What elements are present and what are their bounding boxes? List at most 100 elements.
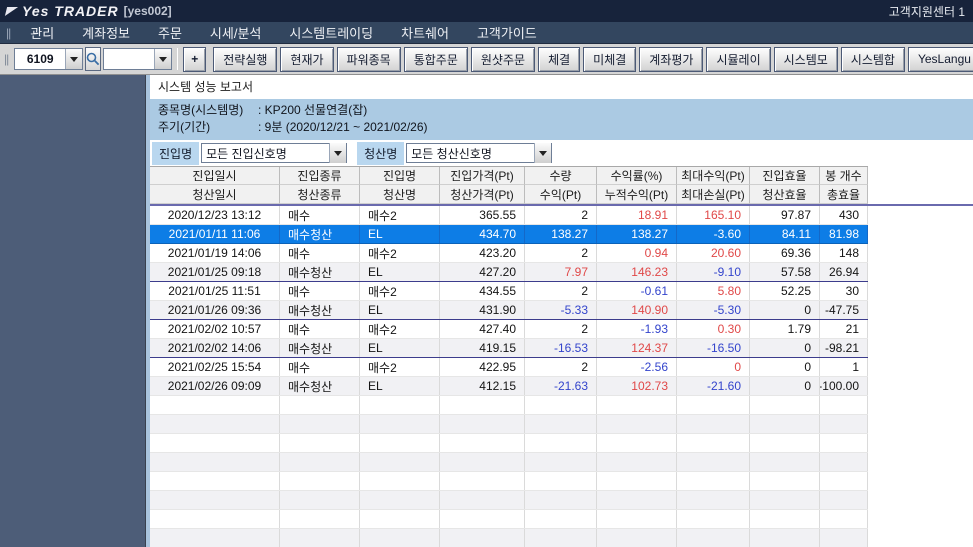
signal-filter-row: 진입명 모든 진입신호명 청산명 모든 청산신호명 <box>150 140 973 166</box>
table-cell: EL <box>360 339 440 357</box>
toolbar-button[interactable]: 원샷주문 <box>471 47 535 72</box>
table-row[interactable]: 2021/01/26 09:36매수청산EL431.90-5.33140.90-… <box>150 301 868 320</box>
exit-signal-combobox[interactable]: 모든 청산신호명 <box>406 143 552 163</box>
exit-signal-dropdown-button[interactable] <box>534 143 551 163</box>
empty-table-row[interactable] <box>150 396 868 415</box>
menu-item[interactable]: 주문 <box>144 23 196 42</box>
table-cell <box>597 434 677 452</box>
empty-table-row[interactable] <box>150 472 868 491</box>
table-row[interactable]: 2021/01/25 11:51매수매수2434.552-0.615.8052.… <box>150 282 868 301</box>
entry-signal-combobox[interactable]: 모든 진입신호명 <box>201 143 347 163</box>
table-cell <box>440 434 525 452</box>
table-cell <box>597 510 677 528</box>
empty-table-row[interactable] <box>150 510 868 529</box>
table-cell <box>360 529 440 547</box>
table-cell: 138.27 <box>597 225 677 243</box>
symbol-input[interactable] <box>15 52 65 66</box>
search-button[interactable] <box>85 47 101 71</box>
toolbar-button[interactable]: 시뮬레이 <box>706 47 770 72</box>
table-row[interactable]: 2020/12/23 13:12매수매수2365.55218.91165.109… <box>150 206 868 225</box>
toolbar-button[interactable]: YesLangu <box>908 47 973 72</box>
table-cell: 2020/12/23 13:12 <box>150 206 280 224</box>
empty-table-row[interactable] <box>150 529 868 547</box>
table-cell <box>820 434 868 452</box>
toolbar-button[interactable]: 전략실행 <box>213 47 277 72</box>
table-cell: 419.15 <box>440 339 525 357</box>
trade-table: 진입일시진입종류진입명진입가격(Pt)수량수익률(%)최대수익(Pt)진입효율봉… <box>150 166 973 547</box>
table-row[interactable]: 2021/02/02 10:57매수매수2427.402-1.930.301.7… <box>150 320 868 339</box>
table-cell <box>820 453 868 471</box>
table-row[interactable]: 2021/02/02 14:06매수청산EL419.15-16.53124.37… <box>150 339 868 358</box>
menu-items: 관리계좌정보주문시세/분석시스템트레이딩차트쉐어고객가이드 <box>16 23 551 42</box>
table-cell: 427.40 <box>440 320 525 338</box>
menubar-grip-handle[interactable]: || <box>6 26 10 40</box>
table-cell: -5.33 <box>525 301 597 319</box>
table-cell <box>677 491 750 509</box>
system-performance-report-window: 시스템 성능 보고서 종목명(시스템명) : KP200 선물연결(잡) 주기(… <box>145 75 973 547</box>
table-cell <box>440 415 525 433</box>
table-cell: EL <box>360 377 440 395</box>
menu-item[interactable]: 시세/분석 <box>196 23 275 42</box>
table-cell <box>597 529 677 547</box>
entry-signal-dropdown-button[interactable] <box>329 143 346 163</box>
table-cell: 1 <box>820 358 868 376</box>
toolbar-button[interactable]: 미체결 <box>583 47 636 72</box>
empty-table-row[interactable] <box>150 491 868 510</box>
table-cell: 423.20 <box>440 244 525 262</box>
table-cell <box>525 396 597 414</box>
customer-support-link[interactable]: 고객지원센터 1 <box>889 3 965 20</box>
table-cell <box>280 472 360 490</box>
menu-item[interactable]: 시스템트레이딩 <box>275 23 387 42</box>
table-cell <box>150 491 280 509</box>
table-cell: 2021/01/11 11:06 <box>150 225 280 243</box>
menu-item[interactable]: 고객가이드 <box>463 23 551 42</box>
toolbar-button[interactable]: 현재가 <box>280 47 333 72</box>
table-cell: 422.95 <box>440 358 525 376</box>
header-row-entry[interactable]: 진입일시진입종류진입명진입가격(Pt)수량수익률(%)최대수익(Pt)진입효율봉… <box>150 166 868 185</box>
table-cell: 매수 <box>280 320 360 338</box>
toolbar-button[interactable]: 시스템합 <box>841 47 905 72</box>
table-row[interactable]: 2021/01/19 14:06매수매수2423.2020.9420.6069.… <box>150 244 868 263</box>
toolbar-buttons: 전략실행현재가파워종목통합주문원샷주문체결미체결계좌평가시뮬레이시스템모시스템합… <box>213 47 973 72</box>
table-row[interactable]: 2021/02/26 09:09매수청산EL412.15-21.63102.73… <box>150 377 868 396</box>
toolbar-button[interactable]: 통합주문 <box>404 47 468 72</box>
toolbar-button[interactable]: 계좌평가 <box>639 47 703 72</box>
table-cell: 0 <box>750 377 820 395</box>
table-cell: 434.70 <box>440 225 525 243</box>
table-cell <box>597 491 677 509</box>
table-cell: 0 <box>750 301 820 319</box>
table-row[interactable]: 2021/02/25 15:54매수매수2422.952-2.56001 <box>150 358 868 377</box>
table-cell: 365.55 <box>440 206 525 224</box>
toolbar-button[interactable]: 파워종목 <box>337 47 401 72</box>
symbol-dropdown-button[interactable] <box>65 49 82 69</box>
table-cell <box>597 396 677 414</box>
table-cell: 0 <box>677 358 750 376</box>
table-cell: 매수청산 <box>280 301 360 319</box>
table-cell: 2 <box>525 358 597 376</box>
symbol-combobox[interactable] <box>14 48 83 70</box>
toolbar-button[interactable]: 시스템모 <box>774 47 838 72</box>
table-cell: 165.10 <box>677 206 750 224</box>
table-cell <box>750 434 820 452</box>
strategy-dropdown-button[interactable] <box>154 49 171 69</box>
menu-item[interactable]: 계좌정보 <box>68 23 144 42</box>
table-row[interactable]: 2021/01/25 09:18매수청산EL427.207.97146.23-9… <box>150 263 868 282</box>
header-cell: 진입종류 <box>280 167 360 185</box>
empty-table-row[interactable] <box>150 453 868 472</box>
toolbar: || + 전략실행현재가파워종목통합주문원샷주문체결미체결계좌평가시뮬레이시스템… <box>0 44 973 75</box>
table-row[interactable]: 2021/01/11 11:06매수청산EL434.70138.27138.27… <box>150 225 868 244</box>
add-button[interactable]: + <box>183 47 206 72</box>
strategy-combobox[interactable] <box>103 48 172 70</box>
menu-item[interactable]: 차트쉐어 <box>387 23 463 42</box>
table-cell: -9.10 <box>677 263 750 281</box>
table-cell <box>360 396 440 414</box>
menu-item[interactable]: 관리 <box>16 23 68 42</box>
toolbar-button[interactable]: 체결 <box>538 47 580 72</box>
empty-table-row[interactable] <box>150 415 868 434</box>
strategy-input[interactable] <box>104 52 154 66</box>
trade-table-body: 2020/12/23 13:12매수매수2365.55218.91165.109… <box>150 206 973 547</box>
toolbar-grip-handle[interactable]: || <box>4 52 8 66</box>
empty-table-row[interactable] <box>150 434 868 453</box>
header-row-exit[interactable]: 청산일시청산종류청산명청산가격(Pt)수익(Pt)누적수익(Pt)최대손실(Pt… <box>150 185 868 204</box>
table-cell <box>820 472 868 490</box>
